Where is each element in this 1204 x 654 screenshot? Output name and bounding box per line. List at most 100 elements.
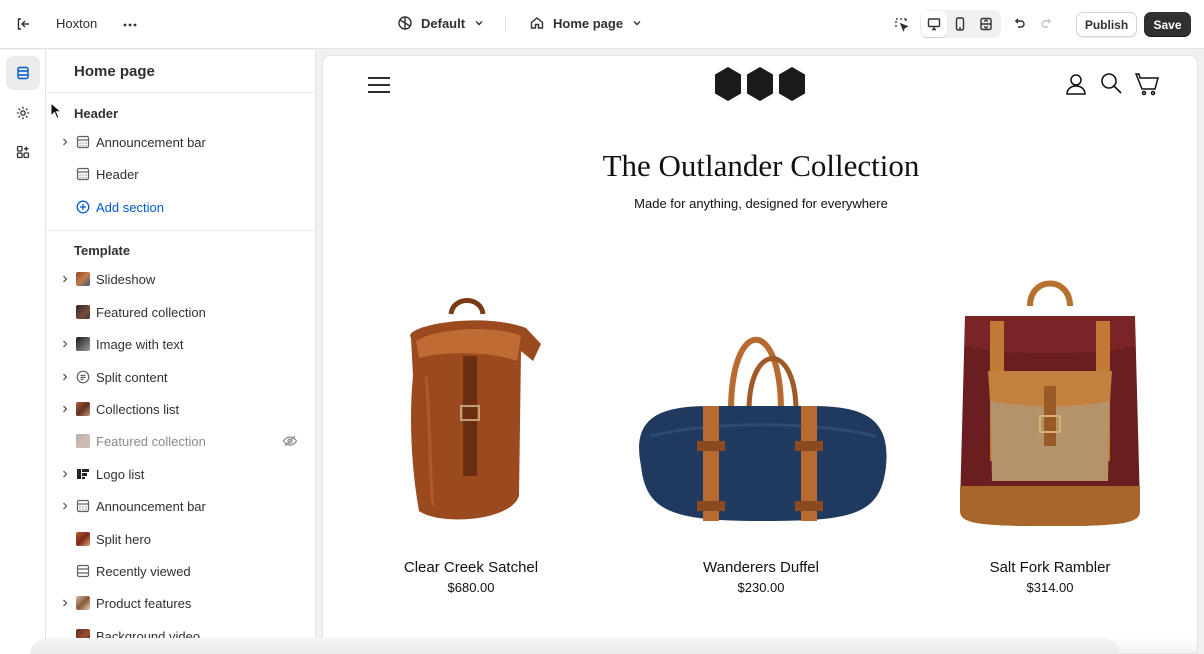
divider — [505, 16, 506, 32]
product-name[interactable]: Wanderers Duffel — [631, 559, 891, 576]
store-logo[interactable] — [713, 66, 807, 102]
device-switcher — [920, 10, 1001, 38]
section-row[interactable]: Split content — [46, 362, 315, 392]
section-row[interactable]: Split hero — [46, 524, 315, 554]
chevron-down-icon — [475, 21, 483, 26]
chevron-right-icon[interactable] — [60, 469, 70, 479]
page-label: Home page — [553, 15, 624, 31]
page-selector[interactable]: Home page — [529, 15, 643, 31]
image-thumb — [76, 596, 90, 610]
desktop-icon[interactable] — [921, 11, 947, 37]
section-row[interactable]: Collections list — [46, 394, 315, 424]
collection-heading: The Outlander Collection — [602, 148, 920, 183]
text-icon — [76, 370, 90, 384]
product-image — [639, 336, 887, 521]
account-icon[interactable] — [1065, 72, 1087, 96]
chevron-right-icon[interactable] — [60, 404, 70, 414]
section-label: Split content — [96, 369, 168, 385]
fullwidth-icon[interactable] — [973, 11, 999, 37]
image-thumb — [76, 272, 90, 286]
image-thumb — [76, 402, 90, 416]
mouse-cursor-icon — [50, 102, 62, 120]
image-thumb — [76, 337, 90, 351]
search-icon[interactable] — [1100, 72, 1122, 96]
storefront-preview[interactable]: The Outlander Collection Made for anythi… — [322, 55, 1198, 654]
collection-subheading: Made for anything, designed for everywhe… — [634, 196, 888, 211]
section-label: Product features — [96, 595, 192, 611]
section-row[interactable]: Product features — [46, 588, 315, 618]
section-label: Image with text — [96, 336, 184, 352]
chevron-down-icon — [633, 21, 641, 26]
section-icon — [76, 167, 90, 181]
section-row-hidden[interactable]: Featured collection — [46, 426, 315, 456]
eye-hidden-icon[interactable] — [282, 433, 298, 449]
section-label: Collections list — [96, 401, 180, 417]
section-row[interactable]: Featured collection — [46, 297, 315, 327]
palette-icon — [398, 16, 412, 30]
chevron-right-icon[interactable] — [60, 274, 70, 284]
section-row[interactable]: Logo list — [46, 459, 315, 489]
image-thumb — [76, 305, 90, 319]
product-image — [960, 280, 1140, 526]
image-thumb — [76, 532, 90, 546]
storefront-header-icons — [1065, 72, 1159, 96]
add-section-button[interactable]: Add section — [46, 192, 315, 222]
add-circle-icon — [76, 200, 90, 214]
home-icon — [530, 17, 544, 29]
logo-thumb — [76, 467, 90, 481]
section-label: Split hero — [96, 531, 151, 547]
product-name[interactable]: Salt Fork Rambler — [920, 559, 1180, 576]
chevron-right-icon[interactable] — [60, 372, 70, 382]
section-icon — [76, 135, 90, 149]
store-name[interactable]: Hoxton — [56, 16, 97, 31]
undo-icon[interactable] — [1006, 11, 1032, 37]
group-title-template: Template — [74, 243, 131, 258]
save-button[interactable]: Save — [1144, 12, 1191, 37]
mobile-icon[interactable] — [947, 11, 973, 37]
section-label: Recently viewed — [96, 563, 191, 579]
sections-sidebar: Home page Header Announcement bar Header… — [46, 50, 316, 654]
publish-button[interactable]: Publish — [1076, 12, 1137, 37]
chevron-right-icon[interactable] — [60, 137, 70, 147]
gear-icon[interactable] — [6, 96, 40, 130]
section-label: Announcement bar — [96, 134, 206, 150]
exit-icon[interactable] — [10, 11, 36, 37]
redo-icon[interactable] — [1034, 11, 1060, 37]
product-name[interactable]: Clear Creek Satchel — [341, 559, 601, 576]
divider — [46, 230, 315, 231]
chevron-right-icon[interactable] — [60, 339, 70, 349]
divider — [46, 92, 315, 93]
sections-icon[interactable] — [6, 56, 40, 90]
section-row[interactable]: Recently viewed — [46, 556, 315, 586]
product-price: $680.00 — [447, 580, 495, 595]
section-row[interactable]: Announcement bar — [46, 491, 315, 521]
chevron-right-icon[interactable] — [60, 501, 70, 511]
add-section-label: Add section — [96, 199, 164, 215]
section-label: Featured collection — [96, 304, 206, 320]
image-thumb — [76, 434, 90, 448]
product-card[interactable]: Salt Fork Rambler $314.00 — [920, 266, 1180, 596]
theme-selector[interactable]: Default — [397, 15, 485, 31]
editor-top-bar: Hoxton Default Home page Publish Save — [0, 0, 1204, 49]
product-price: $314.00 — [1026, 580, 1074, 595]
group-title-header: Header — [74, 106, 119, 121]
section-row[interactable]: Header — [46, 159, 315, 189]
section-row[interactable]: Announcement bar — [46, 127, 315, 157]
section-icon — [76, 564, 90, 578]
inspect-icon[interactable] — [888, 11, 914, 37]
section-icon — [76, 499, 90, 513]
left-rail — [0, 50, 46, 654]
section-label: Featured collection — [96, 433, 206, 449]
theme-label: Default — [421, 15, 466, 31]
product-card[interactable]: Clear Creek Satchel $680.00 — [341, 266, 601, 596]
bottom-overlay — [30, 638, 1120, 654]
product-card[interactable]: Wanderers Duffel $230.00 — [631, 266, 891, 596]
more-dots-icon[interactable] — [117, 12, 143, 38]
section-row[interactable]: Slideshow — [46, 264, 315, 294]
cart-icon[interactable] — [1134, 72, 1159, 96]
hamburger-menu-icon[interactable] — [368, 76, 390, 94]
apps-icon[interactable] — [6, 135, 40, 169]
section-label: Header — [96, 166, 139, 182]
section-row[interactable]: Image with text — [46, 329, 315, 359]
chevron-right-icon[interactable] — [60, 598, 70, 608]
